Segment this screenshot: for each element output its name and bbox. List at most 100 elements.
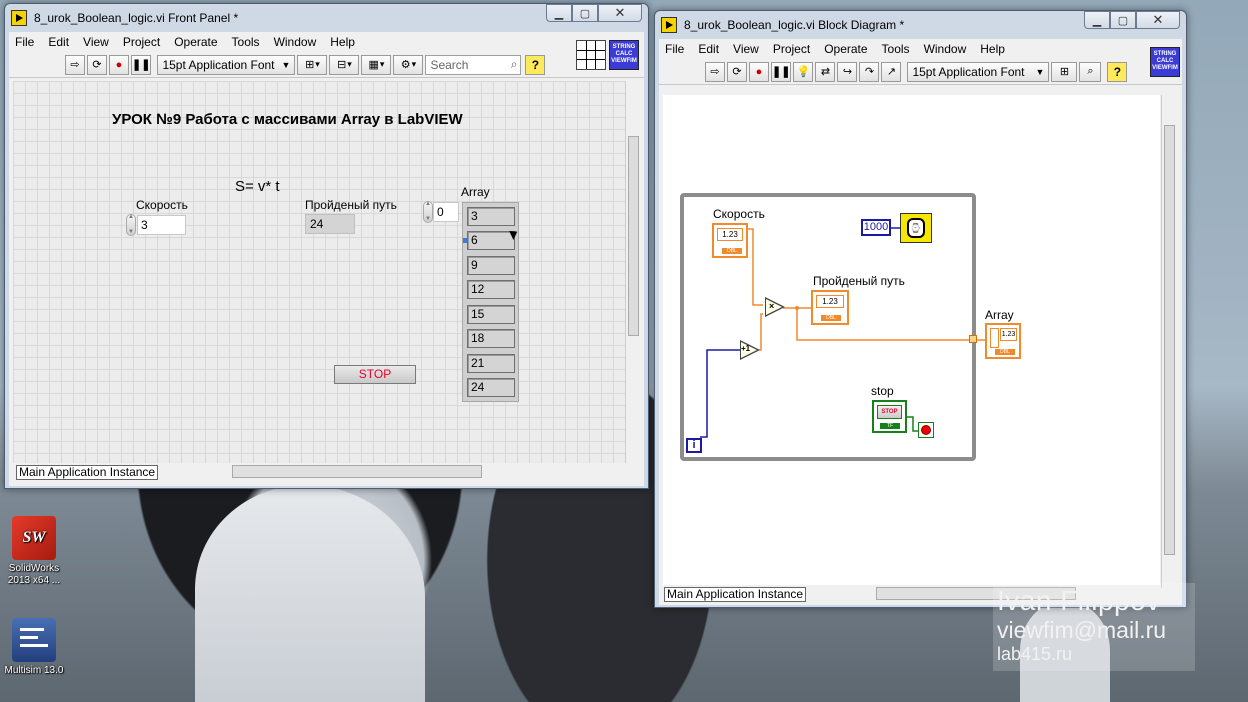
array-terminal[interactable]: 1.23 DBL <box>985 323 1021 359</box>
pause-icon[interactable]: ❚❚ <box>131 54 152 75</box>
array-element: 21 <box>467 354 515 373</box>
distance-terminal-label: Пройденый путь <box>813 274 905 288</box>
font-select-value: 15pt Application Font <box>912 64 1025 79</box>
wait-constant[interactable]: 1000 <box>861 219 891 236</box>
font-select[interactable]: 15pt Application Font ▼ <box>157 54 296 75</box>
menu-operate[interactable]: Operate <box>174 35 217 49</box>
loop-condition-icon[interactable] <box>918 422 934 438</box>
context-help-button[interactable]: ? <box>525 54 546 75</box>
step-into-icon[interactable]: ↪ <box>837 61 858 82</box>
search-icon[interactable]: ⌕ <box>1079 61 1102 82</box>
desktop-icon-label: SolidWorks 2013 x64 ... <box>7 563 61 586</box>
vi-icon[interactable]: STRING CALC VIEWFIM <box>609 40 639 70</box>
maximize-button[interactable]: ▢ <box>1110 11 1136 29</box>
run-icon[interactable]: ⇨ <box>65 54 85 75</box>
numeric-tag: 1.23 <box>1000 328 1017 341</box>
labview-run-icon <box>661 17 677 33</box>
close-button[interactable]: ✕ <box>598 4 642 22</box>
menu-tools[interactable]: Tools <box>882 42 910 56</box>
retain-wire-values-icon[interactable]: ⇄ <box>815 61 836 82</box>
menu-file[interactable]: File <box>15 35 34 49</box>
menu-file[interactable]: File <box>665 42 684 56</box>
multiply-glyph: × <box>769 301 775 311</box>
speed-terminal-label: Скорость <box>713 207 765 221</box>
abort-icon[interactable]: ● <box>109 54 129 75</box>
front-panel-titlebar[interactable]: 8_urok_Boolean_logic.vi Front Panel * ▁ … <box>5 4 648 32</box>
array-element: 18 <box>467 329 515 348</box>
stop-terminal[interactable]: STOP TF <box>872 400 907 433</box>
maximize-button[interactable]: ▢ <box>572 4 598 22</box>
step-over-icon[interactable]: ↷ <box>859 61 880 82</box>
scrollbar-thumb[interactable] <box>1164 125 1175 555</box>
font-select[interactable]: 15pt Application Font ▼ <box>907 61 1050 82</box>
menu-help[interactable]: Help <box>330 35 355 49</box>
menu-help[interactable]: Help <box>980 42 1005 56</box>
application-instance[interactable]: Main Application Instance <box>664 586 807 602</box>
search-input[interactable]: Search ⌕ <box>425 54 522 75</box>
watermark-name: Ivan Filippov <box>997 585 1161 616</box>
menu-view[interactable]: View <box>733 42 759 56</box>
align-objects-icon[interactable]: ⊞ ▾ <box>297 54 328 75</box>
distribute-objects-icon[interactable]: ⊟ ▾ <box>329 54 360 75</box>
speed-input[interactable]: 3 <box>137 215 186 235</box>
run-icon[interactable]: ⇨ <box>705 61 725 82</box>
speed-increment-arrows[interactable] <box>126 214 136 236</box>
multiply-node[interactable] <box>765 297 785 317</box>
menu-window[interactable]: Window <box>274 35 317 49</box>
abort-icon[interactable]: ● <box>749 61 769 82</box>
context-help-button[interactable]: ? <box>1107 61 1128 82</box>
step-out-icon[interactable]: ↗ <box>881 61 902 82</box>
pause-icon[interactable]: ❚❚ <box>771 61 792 82</box>
resize-objects-icon[interactable]: ▦ ▾ <box>361 54 392 75</box>
panel-heading: УРОК №9 Работа с массивами Array в LabVI… <box>112 111 463 128</box>
run-continuously-icon[interactable]: ⟳ <box>87 54 107 75</box>
scrollbar-thumb[interactable] <box>628 136 639 336</box>
numeric-tag: 1.23 <box>717 228 743 241</box>
connector-pane-icon[interactable] <box>576 40 606 70</box>
minimize-button[interactable]: ▁ <box>546 4 572 22</box>
align-objects-icon[interactable]: ⊞ <box>1051 61 1078 82</box>
menu-project[interactable]: Project <box>773 42 810 56</box>
search-placeholder: Search <box>430 57 469 72</box>
highlight-execution-icon[interactable]: 💡 <box>793 61 814 82</box>
run-continuously-icon[interactable]: ⟳ <box>727 61 747 82</box>
horizontal-scrollbar-thumb[interactable] <box>232 465 482 478</box>
vi-icon[interactable]: STRING CALC VIEWFIM <box>1150 47 1180 77</box>
vertical-scrollbar[interactable] <box>625 81 641 463</box>
minimize-button[interactable]: ▁ <box>1084 11 1110 29</box>
vertical-scrollbar[interactable] <box>1161 95 1177 588</box>
reorder-icon[interactable]: ⚙ ▾ <box>393 54 424 75</box>
iteration-terminal[interactable]: i <box>686 438 702 453</box>
wait-ms-node[interactable]: ⌚ <box>900 213 932 243</box>
menu-window[interactable]: Window <box>924 42 967 56</box>
indexing-tunnel[interactable] <box>969 335 977 343</box>
block-diagram-canvas[interactable]: Скорость 1.23 DBL 1000 ⌚ Пройденый путь … <box>663 95 1160 588</box>
distance-terminal[interactable]: 1.23 DBL <box>811 290 849 325</box>
menu-edit[interactable]: Edit <box>48 35 69 49</box>
increment-glyph: +1 <box>741 344 751 353</box>
window-title: 8_urok_Boolean_logic.vi Front Panel * <box>34 11 239 25</box>
array-index-input[interactable]: 0 <box>433 202 459 222</box>
close-button[interactable]: ✕ <box>1136 11 1180 29</box>
array-index-box <box>990 328 999 348</box>
menu-view[interactable]: View <box>83 35 109 49</box>
stop-button[interactable]: STOP <box>334 365 416 384</box>
speed-terminal[interactable]: 1.23 DBL <box>712 223 748 258</box>
array-index-arrows[interactable] <box>423 201 433 223</box>
menu-tools[interactable]: Tools <box>232 35 260 49</box>
desktop-icon-multisim[interactable]: Multisim 13.0 <box>1 618 67 677</box>
menu-bar: File Edit View Project Operate Tools Win… <box>9 32 644 52</box>
search-icon: ⌕ <box>510 57 518 71</box>
block-diagram-titlebar[interactable]: 8_urok_Boolean_logic.vi Block Diagram * … <box>655 11 1186 39</box>
menu-edit[interactable]: Edit <box>698 42 719 56</box>
chevron-down-icon: ▼ <box>1035 66 1045 77</box>
desktop-icon-solidworks[interactable]: SW SolidWorks 2013 x64 ... <box>1 516 67 587</box>
application-instance[interactable]: Main Application Instance <box>16 464 159 480</box>
menu-operate[interactable]: Operate <box>824 42 867 56</box>
tf-tag: TF <box>880 423 900 429</box>
selection-handle <box>463 238 468 243</box>
array-element: 12 <box>467 280 515 299</box>
menu-project[interactable]: Project <box>123 35 160 49</box>
status-bar: Main Application Instance <box>13 463 633 481</box>
front-panel-canvas[interactable]: УРОК №9 Работа с массивами Array в LabVI… <box>13 81 631 463</box>
